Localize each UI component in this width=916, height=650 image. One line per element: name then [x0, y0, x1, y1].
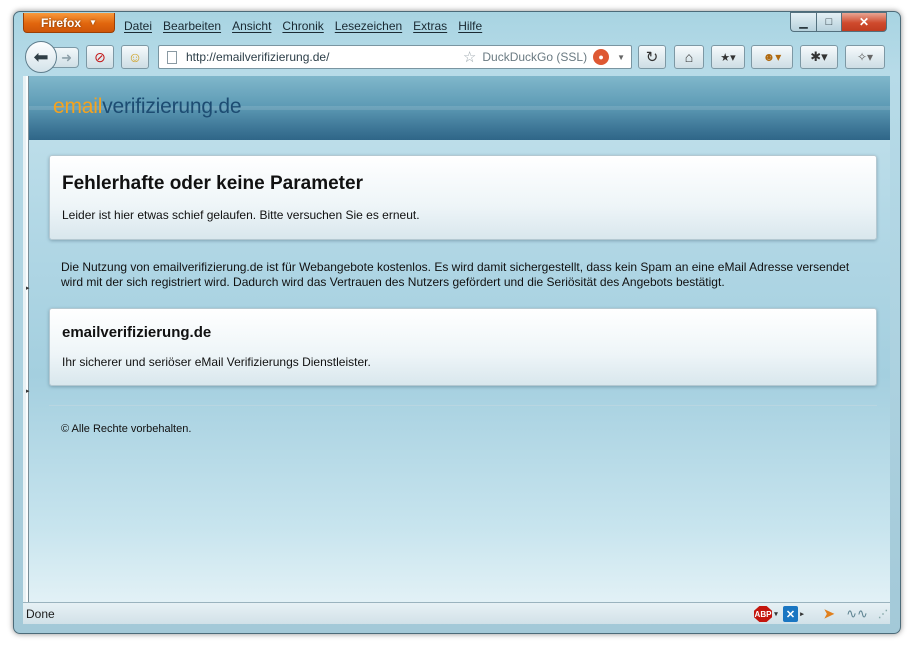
close-button[interactable]: ✕ [841, 12, 887, 32]
menu-lesezeichen[interactable]: Lesezeichen [335, 19, 402, 35]
face-icon: ☻▾ [762, 50, 782, 64]
fish-icon[interactable]: ➤ [821, 606, 837, 622]
home-button[interactable]: ⌂ [674, 45, 704, 69]
abp-icon[interactable]: ABP [754, 606, 772, 622]
sidebar-strip[interactable] [26, 76, 29, 602]
forward-arrow-icon: ➜ [61, 49, 72, 65]
duckduckgo-icon: ● [593, 49, 610, 65]
bookmark-star-icon[interactable]: ☆ [463, 48, 476, 66]
back-arrow-icon: ⬅ [33, 46, 49, 67]
no-script-icon: ⊘ [94, 48, 106, 65]
signature-icon[interactable]: ∿∿ [841, 606, 873, 622]
reload-icon: ↻ [645, 49, 659, 66]
status-text: Done [26, 607, 55, 621]
asterisk-icon: ✱▾ [810, 49, 828, 64]
intro-text: Die Nutzung von emailverifizierung.de is… [61, 260, 850, 289]
status-bar: Done ABP ▾ ✕ ▸ ➤ ∿∿ ⋰ [23, 602, 890, 624]
close-icon: ✕ [858, 15, 870, 29]
bookmarks-button[interactable]: ★▾ [711, 45, 745, 69]
home-icon: ⌂ [684, 49, 694, 65]
menu-chronik[interactable]: Chronik [282, 19, 323, 35]
x-dropdown-icon[interactable]: ▸ [799, 606, 805, 622]
noscript-button[interactable]: ⊘ [86, 45, 114, 69]
menu-hilfe[interactable]: Hilfe [458, 19, 482, 35]
puzzle-icon: ✧▾ [856, 50, 874, 64]
url-text[interactable]: http://emailverifizierung.de/ [186, 50, 463, 64]
addon-face-button[interactable]: ☻▾ [751, 45, 793, 69]
navigation-toolbar: ➜ ⬅ ⊘ ☺ http://emailverifizierung.de/ ☆ … [22, 40, 892, 74]
maximize-icon: □ [825, 16, 833, 28]
logo-verifizierung: verifizierung.de [102, 95, 242, 118]
monkey-icon: ☺ [127, 49, 143, 65]
reload-button[interactable]: ↻ [638, 45, 666, 69]
site-header: emailverifizierung.de [29, 76, 890, 140]
firefox-menu-button[interactable]: Firefox ▼ [23, 13, 115, 33]
back-forward-group: ➜ ⬅ [25, 41, 80, 73]
minimize-icon: ▁ [799, 16, 808, 29]
error-text: Leider ist hier etwas schief gelaufen. B… [62, 208, 420, 222]
search-dropdown-icon[interactable]: ▼ [617, 53, 625, 62]
resize-grip-icon[interactable]: ⋰ [878, 606, 888, 622]
page-content: ▸ ▸ emailverifizierung.de Fehlerhafte od… [23, 76, 890, 602]
maximize-button[interactable]: □ [816, 12, 841, 32]
chevron-down-icon: ▼ [89, 18, 97, 27]
extension-button[interactable]: ✧▾ [845, 45, 885, 69]
error-box: Fehlerhafte oder keine Parameter Leider … [49, 155, 877, 240]
firefox-button-label: Firefox [41, 15, 82, 30]
menu-extras[interactable]: Extras [413, 19, 447, 35]
site-logo[interactable]: emailverifizierung.de [53, 95, 242, 119]
logo-email: email [53, 95, 103, 118]
info-text: Ihr sicherer und seriöser eMail Verifizi… [62, 355, 371, 369]
copyright: © Alle Rechte vorbehalten. [61, 423, 192, 435]
x-icon[interactable]: ✕ [783, 606, 798, 622]
greasemonkey-button[interactable]: ☺ [121, 45, 149, 69]
menu-datei[interactable]: Datei [124, 19, 152, 35]
page-icon [167, 50, 177, 64]
tools-button[interactable]: ✱▾ [800, 45, 838, 69]
back-button[interactable]: ⬅ [25, 41, 57, 73]
bookmarks-icon: ★▾ [720, 51, 736, 64]
abp-dropdown-icon[interactable]: ▾ [773, 606, 779, 622]
menu-bar: Datei Bearbeiten Ansicht Chronik Lesezei… [124, 19, 493, 35]
sidebar-arrow-icon[interactable]: ▸ [26, 388, 30, 395]
minimize-button[interactable]: ▁ [790, 12, 816, 32]
error-title: Fehlerhafte oder keine Parameter [62, 173, 363, 194]
info-title: emailverifizierung.de [62, 324, 212, 341]
menu-bearbeiten[interactable]: Bearbeiten [163, 19, 221, 35]
window-controls: ▁ □ ✕ [790, 12, 887, 32]
url-bar[interactable]: http://emailverifizierung.de/ ☆ DuckDuck… [158, 45, 632, 69]
info-box: emailverifizierung.de Ihr sicherer und s… [49, 308, 877, 386]
menu-ansicht[interactable]: Ansicht [232, 19, 271, 35]
sidebar-arrow-icon[interactable]: ▸ [26, 285, 30, 292]
search-engine-label[interactable]: DuckDuckGo (SSL) [482, 50, 587, 64]
footer-divider [49, 405, 877, 406]
